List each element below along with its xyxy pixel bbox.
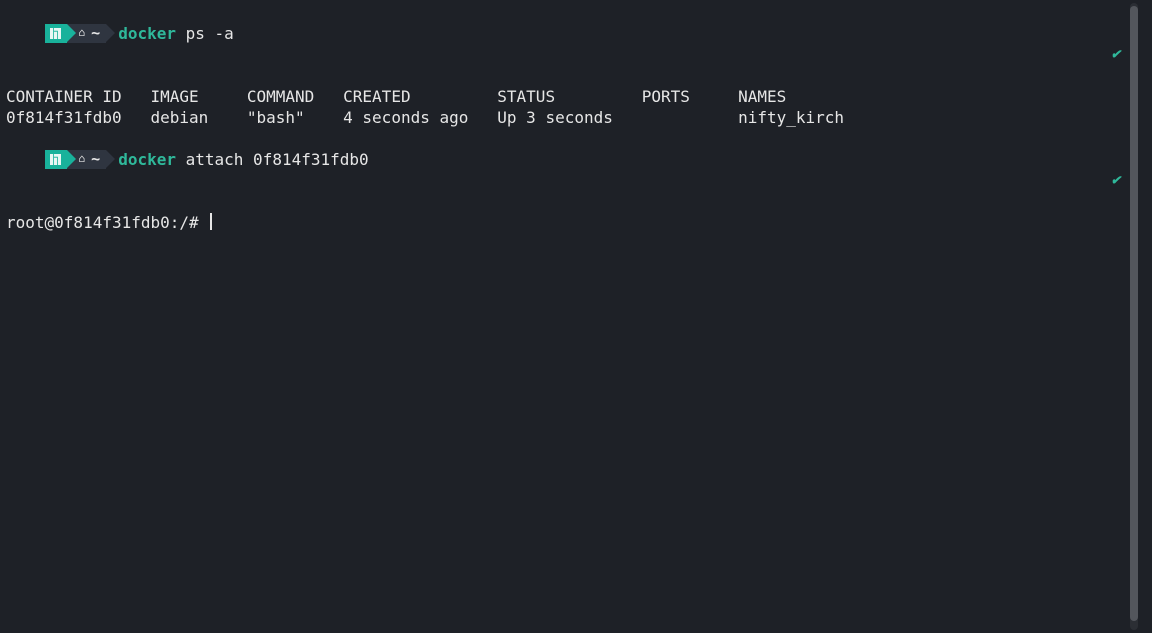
command-name: docker xyxy=(118,24,176,43)
manjaro-icon xyxy=(50,28,61,39)
command-args: ps -a xyxy=(186,24,234,43)
cursor xyxy=(210,213,212,230)
prompt-badge: ⌂ ~ xyxy=(45,24,107,43)
prompt-tilde: ~ xyxy=(91,149,100,170)
scrollbar-thumb[interactable] xyxy=(1130,6,1138,621)
home-icon: ⌂ xyxy=(79,27,86,38)
home-icon: ⌂ xyxy=(79,153,86,164)
prompt-line-1: ⌂ ~ docker ps -a ✔ xyxy=(6,2,1134,86)
scrollbar[interactable] xyxy=(1130,3,1138,630)
prompt-badge: ⌂ ~ xyxy=(45,150,107,169)
command-args: attach 0f814f31fdb0 xyxy=(186,150,369,169)
container-shell-prompt[interactable]: root@0f814f31fdb0:/# xyxy=(6,212,1134,233)
command-name: docker xyxy=(118,150,176,169)
distro-logo-icon xyxy=(45,24,67,43)
root-prompt-text: root@0f814f31fdb0:/# xyxy=(6,213,208,232)
table-row: 0f814f31fdb0 debian "bash" 4 seconds ago… xyxy=(6,107,1134,128)
prompt-line-2: ⌂ ~ docker attach 0f814f31fdb0 ✔ xyxy=(6,128,1134,212)
terminal-window[interactable]: ⌂ ~ docker ps -a ✔ CONTAINER ID IMAGE CO… xyxy=(0,0,1140,633)
manjaro-icon xyxy=(50,154,61,165)
status-check-icon: ✔ xyxy=(1112,44,1120,65)
prompt-tilde: ~ xyxy=(91,23,100,44)
status-check-icon: ✔ xyxy=(1112,170,1120,191)
distro-logo-icon xyxy=(45,150,67,169)
table-header: CONTAINER ID IMAGE COMMAND CREATED STATU… xyxy=(6,86,1134,107)
